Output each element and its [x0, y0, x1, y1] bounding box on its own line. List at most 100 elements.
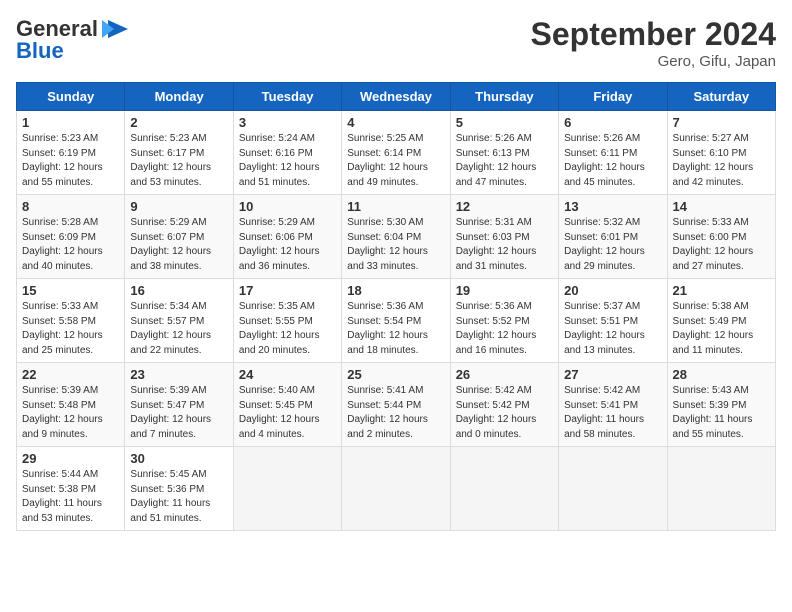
col-header-wednesday: Wednesday — [342, 83, 450, 111]
calendar-week-row: 29 Sunrise: 5:44 AMSunset: 5:38 PMDayligh… — [17, 447, 776, 531]
day-info: Sunrise: 5:28 AMSunset: 6:09 PMDaylight:… — [22, 216, 119, 274]
day-number: 7 — [673, 115, 770, 130]
day-number: 14 — [673, 199, 770, 214]
day-info: Sunrise: 5:39 AMSunset: 5:47 PMDaylight:… — [130, 384, 227, 442]
calendar-day-cell: 1 Sunrise: 5:23 AMSunset: 6:19 PMDaylight… — [17, 111, 125, 195]
day-number: 24 — [239, 367, 336, 382]
day-number: 12 — [456, 199, 553, 214]
day-info: Sunrise: 5:31 AMSunset: 6:03 PMDaylight:… — [456, 216, 553, 274]
day-number: 22 — [22, 367, 119, 382]
day-info: Sunrise: 5:26 AMSunset: 6:13 PMDaylight:… — [456, 132, 553, 190]
calendar-week-row: 15Sunrise: 5:33 AMSunset: 5:58 PMDayligh… — [17, 279, 776, 363]
day-number: 13 — [564, 199, 661, 214]
day-info: Sunrise: 5:35 AMSunset: 5:55 PMDaylight:… — [239, 300, 336, 358]
day-number: 10 — [239, 199, 336, 214]
calendar-day-cell: 17Sunrise: 5:35 AMSunset: 5:55 PMDayligh… — [233, 279, 341, 363]
calendar-day-cell: 9 Sunrise: 5:29 AMSunset: 6:07 PMDaylight… — [125, 195, 233, 279]
day-info: Sunrise: 5:42 AMSunset: 5:42 PMDaylight:… — [456, 384, 553, 442]
day-number: 5 — [456, 115, 553, 130]
day-number: 15 — [22, 283, 119, 298]
day-info: Sunrise: 5:27 AMSunset: 6:10 PMDaylight:… — [673, 132, 770, 190]
calendar-week-row: 8 Sunrise: 5:28 AMSunset: 6:09 PMDaylight… — [17, 195, 776, 279]
calendar-day-cell: 29 Sunrise: 5:44 AMSunset: 5:38 PMDayligh… — [17, 447, 125, 531]
day-info: Sunrise: 5:33 AMSunset: 6:00 PMDaylight:… — [673, 216, 770, 274]
day-info: Sunrise: 5:24 AMSunset: 6:16 PMDaylight:… — [239, 132, 336, 190]
calendar-day-cell: 22 Sunrise: 5:39 AMSunset: 5:48 PMDayligh… — [17, 363, 125, 447]
day-number: 9 — [130, 199, 227, 214]
day-number: 25 — [347, 367, 444, 382]
title-section: September 2024 Gero, Gifu, Japan — [531, 16, 776, 70]
calendar-header-row: SundayMondayTuesdayWednesdayThursdayFrid… — [17, 83, 776, 111]
calendar-day-cell: 14 Sunrise: 5:33 AMSunset: 6:00 PMDayligh… — [667, 195, 775, 279]
day-info: Sunrise: 5:36 AMSunset: 5:52 PMDaylight:… — [456, 300, 553, 358]
calendar-day-cell: 20 Sunrise: 5:37 AMSunset: 5:51 PMDayligh… — [559, 279, 667, 363]
calendar-day-cell — [342, 447, 450, 531]
day-number: 6 — [564, 115, 661, 130]
day-number: 11 — [347, 199, 444, 214]
day-info: Sunrise: 5:25 AMSunset: 6:14 PMDaylight:… — [347, 132, 444, 190]
day-number: 29 — [22, 451, 119, 466]
day-number: 1 — [22, 115, 119, 130]
location: Gero, Gifu, Japan — [531, 53, 776, 70]
calendar-day-cell: 24 Sunrise: 5:40 AMSunset: 5:45 PMDayligh… — [233, 363, 341, 447]
logo-icon — [100, 18, 132, 40]
day-info: Sunrise: 5:23 AMSunset: 6:17 PMDaylight:… — [130, 132, 227, 190]
day-number: 20 — [564, 283, 661, 298]
col-header-tuesday: Tuesday — [233, 83, 341, 111]
day-number: 2 — [130, 115, 227, 130]
day-number: 30 — [130, 451, 227, 466]
day-number: 3 — [239, 115, 336, 130]
day-info: Sunrise: 5:29 AMSunset: 6:07 PMDaylight:… — [130, 216, 227, 274]
calendar-day-cell: 30Sunrise: 5:45 AMSunset: 5:36 PMDayligh… — [125, 447, 233, 531]
day-info: Sunrise: 5:41 AMSunset: 5:44 PMDaylight:… — [347, 384, 444, 442]
day-info: Sunrise: 5:37 AMSunset: 5:51 PMDaylight:… — [564, 300, 661, 358]
calendar-day-cell: 11 Sunrise: 5:30 AMSunset: 6:04 PMDayligh… — [342, 195, 450, 279]
col-header-thursday: Thursday — [450, 83, 558, 111]
day-number: 8 — [22, 199, 119, 214]
day-number: 19 — [456, 283, 553, 298]
day-info: Sunrise: 5:44 AMSunset: 5:38 PMDaylight:… — [22, 468, 119, 526]
calendar-day-cell: 8 Sunrise: 5:28 AMSunset: 6:09 PMDaylight… — [17, 195, 125, 279]
col-header-monday: Monday — [125, 83, 233, 111]
day-info: Sunrise: 5:30 AMSunset: 6:04 PMDaylight:… — [347, 216, 444, 274]
day-info: Sunrise: 5:34 AMSunset: 5:57 PMDaylight:… — [130, 300, 227, 358]
calendar-day-cell: 10Sunrise: 5:29 AMSunset: 6:06 PMDayligh… — [233, 195, 341, 279]
calendar-day-cell: 5 Sunrise: 5:26 AMSunset: 6:13 PMDaylight… — [450, 111, 558, 195]
page-header: General Blue September 2024 Gero, Gifu, … — [16, 16, 776, 70]
day-number: 23 — [130, 367, 227, 382]
calendar-day-cell: 3 Sunrise: 5:24 AMSunset: 6:16 PMDaylight… — [233, 111, 341, 195]
day-number: 27 — [564, 367, 661, 382]
day-info: Sunrise: 5:23 AMSunset: 6:19 PMDaylight:… — [22, 132, 119, 190]
day-number: 16 — [130, 283, 227, 298]
month-title: September 2024 — [531, 16, 776, 53]
day-number: 4 — [347, 115, 444, 130]
calendar-day-cell — [559, 447, 667, 531]
day-info: Sunrise: 5:38 AMSunset: 5:49 PMDaylight:… — [673, 300, 770, 358]
day-info: Sunrise: 5:26 AMSunset: 6:11 PMDaylight:… — [564, 132, 661, 190]
day-info: Sunrise: 5:39 AMSunset: 5:48 PMDaylight:… — [22, 384, 119, 442]
calendar-day-cell: 2 Sunrise: 5:23 AMSunset: 6:17 PMDaylight… — [125, 111, 233, 195]
day-number: 26 — [456, 367, 553, 382]
day-info: Sunrise: 5:32 AMSunset: 6:01 PMDaylight:… — [564, 216, 661, 274]
day-info: Sunrise: 5:36 AMSunset: 5:54 PMDaylight:… — [347, 300, 444, 358]
calendar-day-cell: 26 Sunrise: 5:42 AMSunset: 5:42 PMDayligh… — [450, 363, 558, 447]
calendar-day-cell: 19 Sunrise: 5:36 AMSunset: 5:52 PMDayligh… — [450, 279, 558, 363]
calendar-day-cell: 4 Sunrise: 5:25 AMSunset: 6:14 PMDaylight… — [342, 111, 450, 195]
calendar-day-cell: 13 Sunrise: 5:32 AMSunset: 6:01 PMDayligh… — [559, 195, 667, 279]
calendar-day-cell: 21 Sunrise: 5:38 AMSunset: 5:49 PMDayligh… — [667, 279, 775, 363]
calendar-day-cell: 12 Sunrise: 5:31 AMSunset: 6:03 PMDayligh… — [450, 195, 558, 279]
calendar-week-row: 22 Sunrise: 5:39 AMSunset: 5:48 PMDayligh… — [17, 363, 776, 447]
day-number: 21 — [673, 283, 770, 298]
calendar-day-cell: 25 Sunrise: 5:41 AMSunset: 5:44 PMDayligh… — [342, 363, 450, 447]
calendar-day-cell: 16 Sunrise: 5:34 AMSunset: 5:57 PMDayligh… — [125, 279, 233, 363]
day-info: Sunrise: 5:40 AMSunset: 5:45 PMDaylight:… — [239, 384, 336, 442]
calendar-week-row: 1 Sunrise: 5:23 AMSunset: 6:19 PMDaylight… — [17, 111, 776, 195]
day-info: Sunrise: 5:42 AMSunset: 5:41 PMDaylight:… — [564, 384, 661, 442]
calendar-day-cell — [233, 447, 341, 531]
day-number: 28 — [673, 367, 770, 382]
calendar-day-cell: 27 Sunrise: 5:42 AMSunset: 5:41 PMDayligh… — [559, 363, 667, 447]
col-header-sunday: Sunday — [17, 83, 125, 111]
calendar-day-cell: 23 Sunrise: 5:39 AMSunset: 5:47 PMDayligh… — [125, 363, 233, 447]
calendar-day-cell: 6 Sunrise: 5:26 AMSunset: 6:11 PMDaylight… — [559, 111, 667, 195]
logo-blue: Blue — [16, 38, 64, 64]
